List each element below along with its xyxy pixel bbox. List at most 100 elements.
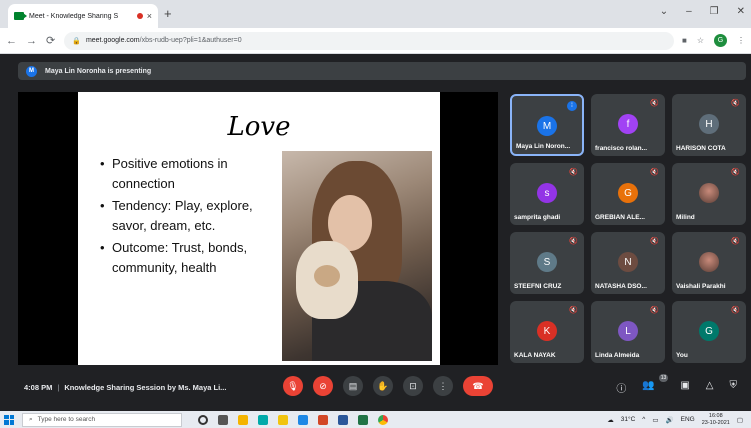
meeting-info-separator: |	[57, 383, 60, 392]
bookmark-star-icon[interactable]: ☆	[697, 36, 704, 45]
participant-name: STEEFNI CRUZ	[514, 283, 562, 290]
mic-muted-icon: 🔇	[569, 238, 578, 245]
participant-avatar: S	[537, 252, 557, 272]
store-icon[interactable]	[238, 414, 248, 425]
presentation-slide: Love Positive emotions in connection Ten…	[78, 92, 440, 365]
participant-tile[interactable]: Vaishali Parakhi 🔇	[672, 232, 746, 294]
weather-temp[interactable]: 31°C	[621, 416, 636, 423]
raise-hand-icon[interactable]: ✋	[373, 376, 393, 396]
slide-bullets: Positive emotions in connection Tendency…	[100, 154, 290, 280]
camera-permission-icon[interactable]: ■	[682, 36, 687, 45]
participant-name: You	[676, 352, 688, 359]
file-explorer-icon[interactable]	[278, 414, 288, 425]
photo-dog	[296, 241, 358, 319]
participant-avatar	[699, 183, 719, 203]
captions-icon[interactable]: ▤	[343, 376, 363, 396]
participant-avatar: K	[537, 321, 557, 341]
participant-name: Milind	[676, 214, 695, 221]
meeting-control-bar: 4:08 PM | Knowledge Sharing Session by Ms.…	[0, 370, 751, 406]
tab-title: Meet - Knowledge Sharing S	[29, 12, 119, 20]
participant-grid: M Maya Lin Noron... ⁞ f francisco rolan... 🔇 H…	[510, 94, 750, 364]
url-field[interactable]: 🔒 meet.google.com /xbs-rudb-uep?pli=1&au…	[64, 31, 674, 50]
powerpoint-icon[interactable]	[318, 414, 328, 425]
edge-icon[interactable]	[258, 414, 268, 425]
slide-bullet: Outcome: Trust, bonds, community, health	[100, 238, 290, 278]
participant-tile[interactable]: G GREBIAN ALE... 🔇	[591, 163, 665, 225]
mail-icon[interactable]	[298, 414, 308, 425]
recording-indicator-icon	[136, 13, 143, 19]
reload-icon[interactable]: ⟳	[46, 34, 55, 47]
weather-icon[interactable]: ☁	[607, 416, 614, 424]
minimize-button[interactable]: –	[686, 6, 692, 17]
participant-tile[interactable]: K KALA NAYAK 🔇	[510, 301, 584, 363]
slide-bullet: Tendency: Play, explore, savor, dream, e…	[100, 196, 290, 236]
participant-tile[interactable]: S STEEFNI CRUZ 🔇	[510, 232, 584, 294]
people-icon[interactable]: 👥13	[642, 374, 669, 395]
cortana-icon[interactable]	[198, 414, 208, 425]
end-call-icon[interactable]: ☎	[463, 376, 493, 396]
participant-name: Maya Lin Noron...	[516, 143, 571, 150]
activities-icon[interactable]: △	[706, 380, 714, 395]
browser-tab[interactable]: Meet - Knowledge Sharing S ×	[8, 4, 158, 28]
meeting-details-icon[interactable]: ⓘ	[616, 380, 626, 395]
call-controls: 🎙 ⊘ ▤ ✋ ⊡ ⋮ ☎	[283, 376, 493, 396]
taskbar-search-input[interactable]: ⌕ Type here to search	[22, 412, 182, 427]
excel-icon[interactable]	[358, 414, 368, 425]
network-icon[interactable]: ▭	[652, 416, 658, 424]
participant-name: samprita ghadi	[514, 214, 561, 221]
mic-muted-icon: 🔇	[650, 307, 659, 314]
profile-avatar[interactable]: G	[714, 34, 727, 47]
mic-muted-icon: 🔇	[731, 100, 740, 107]
taskbar-clock[interactable]: 16:08 23-10-2021	[702, 413, 730, 427]
present-screen-icon[interactable]: ⊡	[403, 376, 423, 396]
mic-muted-icon: 🔇	[731, 238, 740, 245]
back-arrow-icon[interactable]: ←	[6, 35, 17, 47]
word-icon[interactable]	[338, 414, 348, 425]
task-view-icon[interactable]	[218, 414, 228, 425]
tab-search-icon[interactable]: ⌄	[660, 6, 668, 17]
participant-name: Vaishali Parakhi	[676, 283, 726, 290]
lock-icon: 🔒	[72, 37, 81, 45]
mic-muted-icon: 🔇	[650, 238, 659, 245]
forward-arrow-icon[interactable]: →	[26, 35, 37, 47]
mic-muted-icon: 🔇	[650, 100, 659, 107]
participant-tile[interactable]: H HARISON COTA 🔇	[672, 94, 746, 156]
maximize-button[interactable]: ❐	[710, 6, 719, 17]
volume-icon[interactable]: 🔊	[666, 416, 674, 424]
participant-tile[interactable]: Milind 🔇	[672, 163, 746, 225]
search-icon: ⌕	[29, 415, 33, 423]
browser-tab-bar: Meet - Knowledge Sharing S × + ⌄ – ❐ ✕	[0, 0, 751, 28]
chrome-icon[interactable]	[378, 414, 388, 425]
close-window-button[interactable]: ✕	[737, 6, 745, 17]
url-host: meet.google.com	[85, 37, 140, 44]
participant-tile[interactable]: f francisco rolan... 🔇	[591, 94, 665, 156]
meeting-time: 4:08 PM	[24, 383, 53, 392]
more-options-icon[interactable]: ⋮	[433, 376, 453, 396]
participant-name: HARISON COTA	[676, 145, 726, 152]
presenter-avatar: M	[26, 65, 37, 77]
meeting-title: Knowledge Sharing Session by Ms. Maya Li…	[64, 383, 227, 392]
participant-tile[interactable]: s samprita ghadi 🔇	[510, 163, 584, 225]
participant-tile[interactable]: L Linda Almeida 🔇	[591, 301, 665, 363]
camera-off-icon[interactable]: ⊘	[313, 376, 333, 396]
participant-tile[interactable]: G You 🔇	[672, 301, 746, 363]
new-tab-button[interactable]: +	[164, 6, 172, 21]
mic-muted-icon: 🔇	[650, 169, 659, 176]
windows-start-icon[interactable]	[4, 414, 14, 425]
chat-icon[interactable]: ▣	[680, 380, 689, 395]
participant-avatar: N	[618, 252, 638, 272]
presentation-stage: Love Positive emotions in connection Ten…	[18, 92, 498, 365]
participant-avatar: H	[699, 114, 719, 134]
language-indicator[interactable]: ENG	[681, 416, 695, 423]
participant-name: KALA NAYAK	[514, 352, 556, 359]
browser-menu-icon[interactable]: ⋮	[737, 36, 745, 45]
participant-avatar: f	[618, 114, 638, 134]
participant-tile[interactable]: M Maya Lin Noron... ⁞	[510, 94, 584, 156]
participant-tile[interactable]: N NATASHA DSO... 🔇	[591, 232, 665, 294]
participant-avatar: G	[618, 183, 638, 203]
microphone-off-icon[interactable]: 🎙	[283, 376, 303, 396]
host-controls-icon[interactable]: ⛨	[730, 380, 738, 395]
tab-close-icon[interactable]: ×	[147, 11, 152, 21]
notifications-icon[interactable]: ▢	[737, 416, 743, 424]
tray-expand-icon[interactable]: ^	[642, 416, 645, 423]
